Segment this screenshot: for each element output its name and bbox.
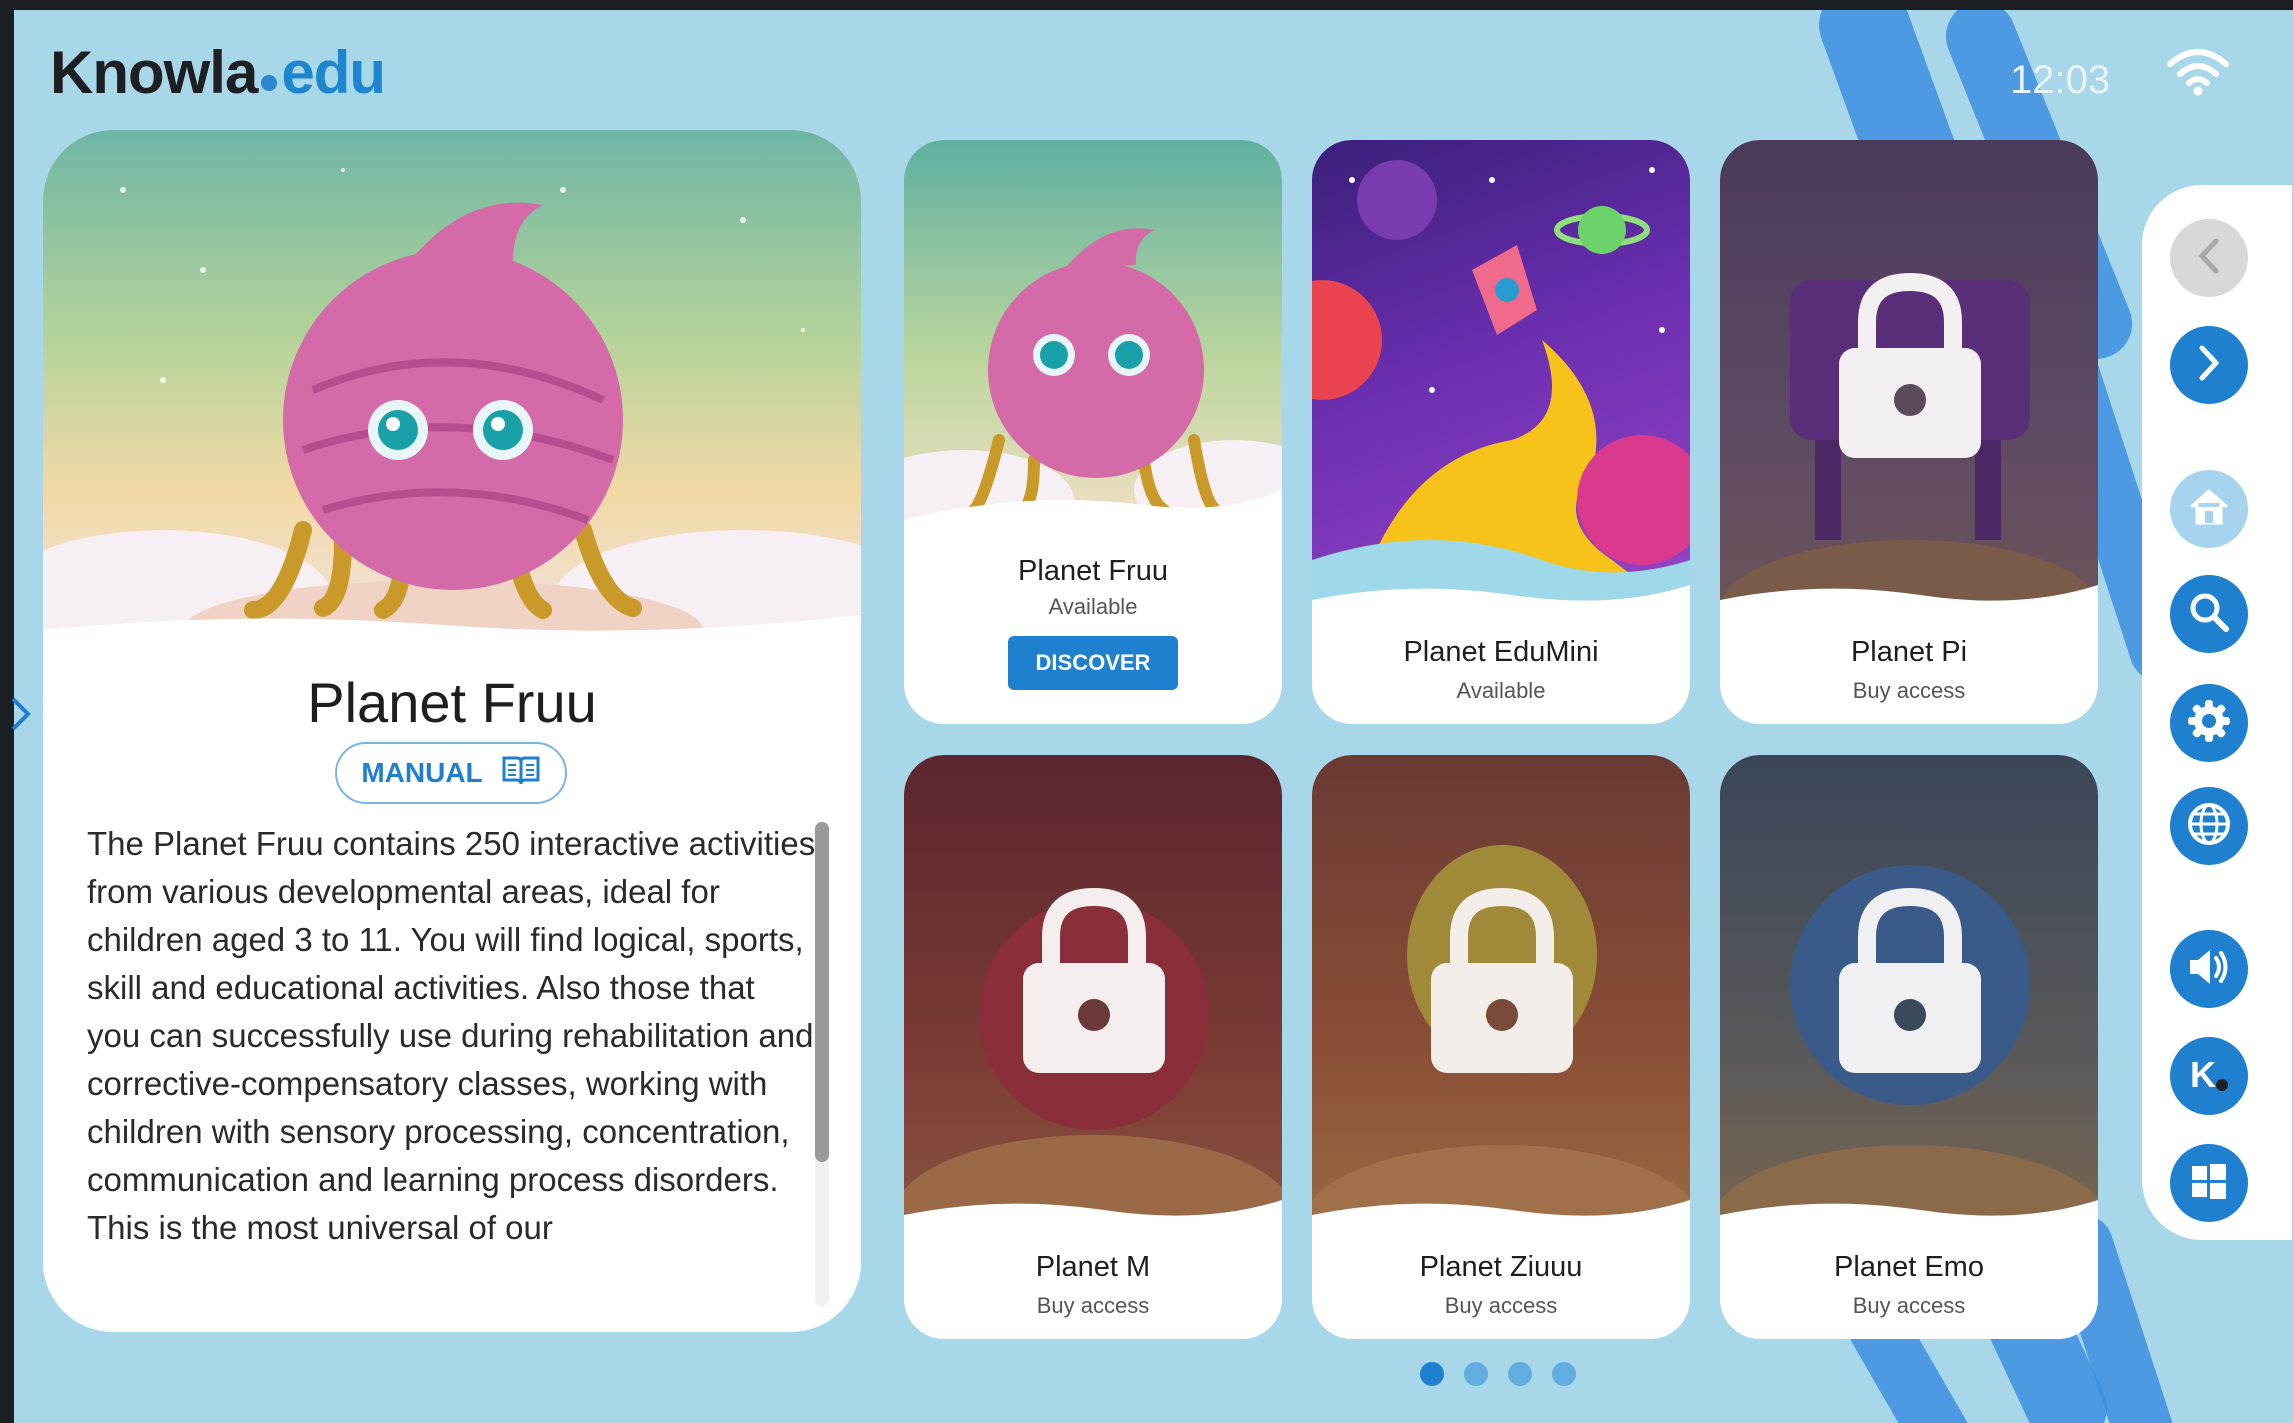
feature-panel: Planet Fruu MANUAL The Planet Fruu conta…	[43, 130, 861, 1332]
card-illustration	[904, 755, 1282, 1295]
forward-icon	[2194, 343, 2224, 387]
page-dot-active[interactable]	[1420, 1362, 1444, 1386]
page-dot[interactable]	[1552, 1362, 1576, 1386]
card-illustration	[1312, 755, 1690, 1305]
feature-title: Planet Fruu	[307, 671, 597, 734]
planet-card-fruu[interactable]: Planet Fruu Available DISCOVER	[904, 140, 1282, 724]
card-status: Available	[1048, 594, 1138, 619]
lock-icon	[1023, 887, 1165, 1073]
windows-icon	[2190, 1162, 2228, 1204]
lock-icon	[1431, 887, 1573, 1073]
manual-button[interactable]: MANUAL	[335, 742, 567, 804]
back-button[interactable]	[2170, 219, 2248, 297]
svg-text:K: K	[2190, 1054, 2216, 1095]
card-title: Planet EduMini	[1403, 636, 1599, 668]
card-status: Available	[1456, 678, 1546, 703]
card-status: Buy access	[1852, 1293, 1966, 1318]
card-illustration	[1720, 140, 2098, 680]
scrollbar-thumb[interactable]	[815, 822, 829, 1162]
knowla-icon: K	[2186, 1053, 2232, 1099]
planet-card-pi[interactable]: Planet Pi Buy access	[1720, 140, 2098, 724]
card-status: Buy access	[1852, 678, 1966, 703]
card-illustration	[1312, 140, 1690, 620]
feature-description: The Planet Fruu contains 250 interactive…	[87, 825, 816, 1246]
expand-left-arrow-icon[interactable]	[8, 694, 34, 744]
brand-logo: Knowla edu	[50, 38, 386, 107]
planet-card-emo[interactable]: Planet Emo Buy access	[1720, 755, 2098, 1339]
back-icon	[2194, 236, 2224, 280]
windows-button[interactable]	[2170, 1144, 2248, 1222]
volume-button[interactable]	[2170, 930, 2248, 1008]
settings-button[interactable]	[2170, 684, 2248, 762]
lock-icon	[1839, 887, 1981, 1073]
logo-dot-icon	[261, 75, 278, 91]
card-title: Planet M	[1035, 1251, 1151, 1283]
knowla-button[interactable]: K	[2170, 1037, 2248, 1115]
card-status: Buy access	[1036, 1293, 1150, 1318]
forward-button[interactable]	[2170, 326, 2248, 404]
lock-icon	[1839, 272, 1981, 458]
card-title: Planet Fruu	[1018, 555, 1168, 587]
book-icon	[501, 754, 541, 793]
planet-card-ziuuu[interactable]: Planet Ziuuu Buy access	[1312, 755, 1690, 1339]
search-icon	[2188, 591, 2230, 637]
wifi-icon	[2166, 46, 2230, 100]
planet-card-edumini[interactable]: Planet EduMini Available	[1312, 140, 1690, 724]
home-icon	[2187, 487, 2231, 531]
manual-label: MANUAL	[361, 757, 483, 788]
logo-suffix: edu	[281, 39, 386, 106]
speaker-icon	[2186, 946, 2232, 992]
home-button[interactable]	[2170, 470, 2248, 548]
feature-illustration	[43, 130, 861, 680]
clock: 12:03	[2010, 58, 2111, 102]
card-status: Buy access	[1444, 1293, 1558, 1318]
discover-button[interactable]: DISCOVER	[1008, 636, 1178, 690]
card-title: Planet Pi	[1850, 636, 1968, 668]
page-dot[interactable]	[1508, 1362, 1532, 1386]
page-dot[interactable]	[1464, 1362, 1488, 1386]
card-title: Planet Emo	[1834, 1251, 1984, 1283]
card-illustration	[1720, 755, 2098, 1305]
card-illustration	[904, 140, 1282, 550]
globe-icon	[2186, 801, 2232, 851]
card-title: Planet Ziuuu	[1419, 1251, 1583, 1283]
language-button[interactable]	[2170, 787, 2248, 865]
planet-card-m[interactable]: Planet M Buy access	[904, 755, 1282, 1339]
logo-text: Knowla	[50, 39, 258, 106]
gear-icon	[2186, 698, 2232, 748]
search-button[interactable]	[2170, 575, 2248, 653]
